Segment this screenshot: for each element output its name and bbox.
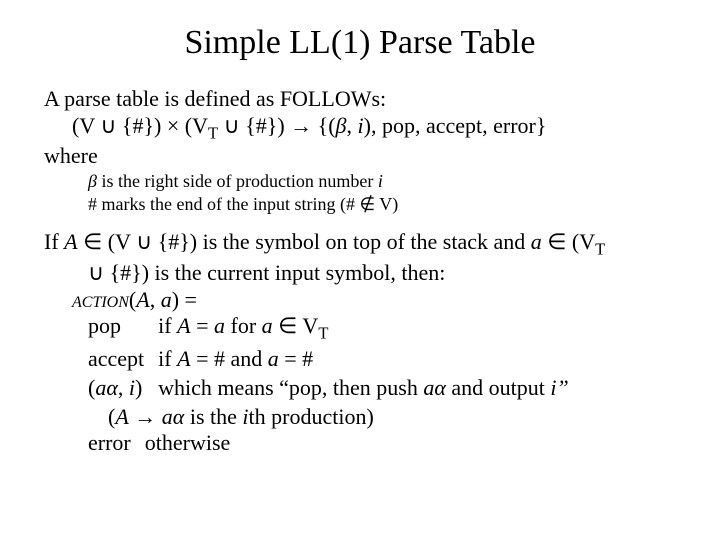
acc-cond-b: = # and (191, 346, 268, 371)
case-error-cond: otherwise (145, 430, 245, 459)
tuple-note: (A → aα is the ith production) (108, 404, 676, 431)
case-row-tuple: (aα, i) which means “pop, then push aα a… (88, 375, 583, 404)
acc-a: a (268, 346, 279, 371)
if-sub: T (595, 240, 605, 259)
action-mid: , (150, 287, 161, 312)
if-line2: ∪ {#}) is the current input symbol, then… (88, 260, 676, 287)
pop-sub: T (318, 324, 328, 343)
case-pop-label: pop (88, 313, 158, 346)
case-pop-cond: if A = a for a ∈ VT (158, 313, 583, 346)
action-label: ACTION (72, 294, 129, 311)
action-close: ) = (172, 287, 197, 312)
tn-A: A (115, 404, 128, 429)
cases-table: pop if A = a for a ∈ VT accept if A = # … (88, 313, 583, 403)
tn-a-var: a (162, 404, 173, 429)
spacer-1 (44, 215, 676, 229)
note-beta-sym: β (88, 171, 97, 191)
mapping-part4: ), pop, accept, error} (364, 113, 547, 138)
case-tuple-label: (aα, i) (88, 375, 158, 404)
if-c: ∈ (V (542, 229, 595, 254)
case-accept-cond: if A = # and a = # (158, 346, 583, 375)
if-paragraph: If A ∈ (V ∪ {#}) is the symbol on top of… (44, 229, 676, 286)
action-a: a (161, 287, 172, 312)
mapping-part1: (V ∪ {#}) × (V (72, 113, 208, 138)
acc-A: A (177, 346, 190, 371)
pop-a: a (214, 313, 225, 338)
pop-cond-a: if (158, 313, 177, 338)
cases-table-2: error otherwise (88, 430, 244, 459)
acc-cond-a: if (158, 346, 177, 371)
mapping-part2: ∪ {#}) → {( (218, 113, 335, 138)
acc-cond-c: = # (279, 346, 313, 371)
tup-cond-c: ” (557, 375, 569, 400)
if-A: A (64, 229, 77, 254)
slide: Simple LL(1) Parse Table A parse table i… (0, 0, 720, 540)
case-row-pop: pop if A = a for a ∈ VT (88, 313, 583, 346)
intro-line: A parse table is defined as FOLLOWs: (44, 86, 676, 113)
if-b: ∈ (V ∪ {#}) is the symbol on top of the … (78, 229, 531, 254)
tup-cond-alpha: α (434, 375, 446, 400)
tup-cond-b: and output (446, 375, 551, 400)
tn-b: → (129, 404, 162, 429)
tup-cond-a-var: a (423, 375, 434, 400)
note-beta-text: is the right side of production number (97, 171, 378, 191)
where-label: where (44, 143, 676, 170)
tn-alpha: α (173, 404, 185, 429)
body: A parse table is defined as FOLLOWs: (V … (44, 86, 676, 459)
tup-close: ) (135, 375, 142, 400)
case-tuple-cond: which means “pop, then push aα and outpu… (158, 375, 583, 404)
note-beta-i: i (378, 171, 383, 191)
case-row-accept: accept if A = # and a = # (88, 346, 583, 375)
tn-c: is the (184, 404, 242, 429)
action-A: A (136, 287, 149, 312)
pop-cond-d: ∈ V (273, 313, 319, 338)
pop-cond-c: for (225, 313, 262, 338)
note-beta: β is the right side of production number… (88, 170, 676, 193)
case-error-label: error (88, 430, 145, 459)
pop-a2: a (262, 313, 273, 338)
pop-A: A (177, 313, 190, 338)
tup-mid: , (118, 375, 129, 400)
tup-a: a (95, 375, 106, 400)
mapping-line: (V ∪ {#}) × (VT ∪ {#}) → {(β, i), pop, a… (72, 113, 676, 144)
note-hash: # marks the end of the input string (# ∉… (88, 193, 676, 216)
mapping-sub: T (208, 123, 218, 142)
case-accept-label: accept (88, 346, 158, 375)
if-d: ∪ {#}) is the current input symbol, then… (88, 260, 445, 285)
tup-cond-a: which means “pop, then push (158, 375, 423, 400)
page-title: Simple LL(1) Parse Table (44, 24, 676, 62)
if-aa: a (531, 229, 542, 254)
case-row-error: error otherwise (88, 430, 244, 459)
action-line: ACTION(A, a) = (72, 287, 676, 314)
tn-d: th production) (249, 404, 374, 429)
tup-alpha: α (106, 375, 118, 400)
beta-symbol: β (336, 113, 347, 138)
pop-cond-b: = (191, 313, 214, 338)
mapping-part3: , (347, 113, 358, 138)
if-a: If (44, 229, 64, 254)
